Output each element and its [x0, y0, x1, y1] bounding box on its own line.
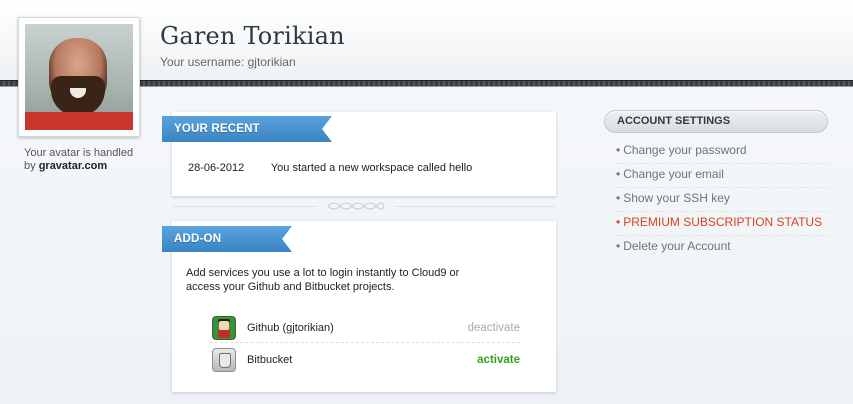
account-settings-menu: • Change your password • Change your email… — [616, 140, 828, 260]
section-divider-right — [394, 206, 556, 207]
menu-item-label: Show your SSH key — [623, 191, 730, 205]
addon-services-heading: ADD-ON SERVICES — [162, 226, 292, 252]
bullet-icon: • — [616, 215, 621, 229]
ornament-icon — [327, 202, 385, 210]
username-label: Your username: gjtorikian — [160, 55, 296, 69]
github-deactivate-link[interactable]: deactivate — [468, 322, 520, 334]
recent-activity-heading: YOUR RECENT ACTIVITY — [162, 116, 332, 142]
section-divider-left — [172, 206, 318, 207]
bullet-icon: • — [616, 239, 621, 253]
section-divider-ornament — [320, 200, 392, 212]
bitbucket-icon — [212, 348, 236, 372]
bullet-icon: • — [616, 191, 621, 205]
activity-text: You started a new workspace called hello — [270, 162, 473, 174]
bullet-icon: • — [616, 143, 621, 157]
menu-item-label: Delete your Account — [623, 239, 731, 253]
avatar-shirt — [25, 112, 133, 130]
activity-date: 28-06-2012 — [188, 162, 245, 174]
github-octocat-icon — [212, 316, 236, 340]
bullet-icon: • — [616, 167, 621, 181]
page-title: Garen Torikian — [160, 22, 345, 50]
menu-item-premium-subscription[interactable]: • PREMIUM SUBSCRIPTION STATUS — [616, 212, 828, 236]
service-name: Bitbucket — [247, 354, 293, 366]
menu-item-change-email[interactable]: • Change your email — [616, 164, 828, 188]
service-row-github: Github (gjtorikian) deactivate — [210, 315, 520, 343]
gravatar-link[interactable]: gravatar.com — [39, 160, 107, 172]
menu-item-show-ssh-key[interactable]: • Show your SSH key — [616, 188, 828, 212]
menu-item-delete-account[interactable]: • Delete your Account — [616, 236, 828, 260]
service-name: Github (gjtorikian) — [247, 322, 334, 334]
account-settings-heading: ACCOUNT SETTINGS — [604, 110, 828, 133]
menu-item-change-password[interactable]: • Change your password — [616, 140, 828, 164]
menu-item-label: Change your password — [623, 143, 747, 157]
avatar — [18, 17, 140, 137]
bitbucket-activate-link[interactable]: activate — [477, 354, 520, 366]
menu-item-label: PREMIUM SUBSCRIPTION STATUS — [623, 215, 823, 229]
avatar-note: Your avatar is handled by gravatar.com — [24, 147, 144, 173]
avatar-photo — [25, 24, 133, 130]
menu-item-label: Change your email — [623, 167, 724, 181]
addon-services-description: Add services you use a lot to login inst… — [186, 267, 460, 293]
activity-item: 28-06-2012 You started a new workspace c… — [188, 162, 472, 174]
service-row-bitbucket: Bitbucket activate — [210, 347, 520, 375]
